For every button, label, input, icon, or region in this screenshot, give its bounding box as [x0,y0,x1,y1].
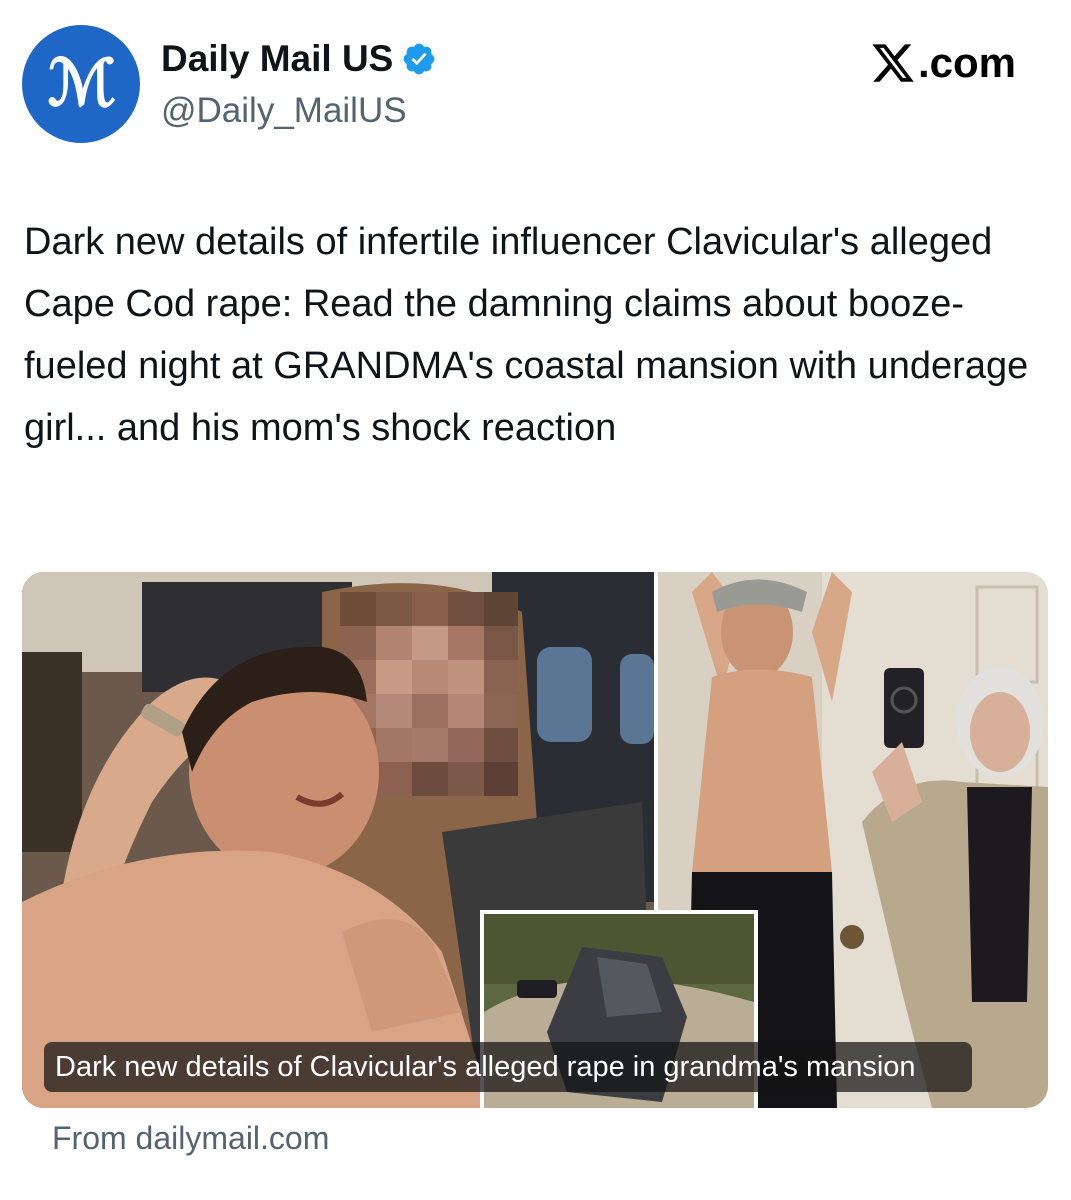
verified-badge-icon [403,43,435,75]
platform-wordmark: .com [918,39,1017,86]
media-image [22,572,1048,1108]
tweet-text: Dark new details of infertile influencer… [24,221,1029,449]
account-handle[interactable]: @Daily_MailUS [161,91,407,131]
daily-mail-logo-icon: ℳ [47,46,116,121]
media-caption-bar: Dark new details of Clavicular's alleged… [44,1042,972,1092]
account-avatar[interactable]: ℳ [22,25,140,143]
link-source[interactable]: From dailymail.com [52,1120,329,1157]
account-name-row: Daily Mail US [161,38,437,80]
media-caption: Dark new details of Clavicular's alleged… [55,1050,916,1083]
media-card[interactable]: Dark new details of Clavicular's alleged… [22,572,1048,1108]
x-logo-icon [872,44,914,82]
account-display-name[interactable]: Daily Mail US [161,38,393,80]
platform-brand: .com [870,38,1016,88]
